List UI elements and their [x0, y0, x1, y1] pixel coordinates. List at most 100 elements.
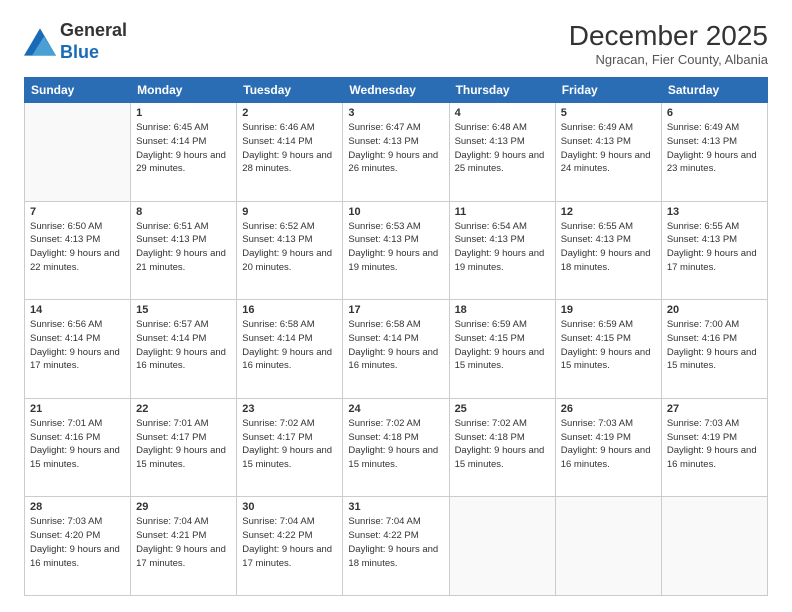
sunset-text: Sunset: 4:14 PM [136, 135, 231, 149]
day-number: 1 [136, 107, 231, 119]
calendar-table: Sunday Monday Tuesday Wednesday Thursday… [24, 77, 768, 596]
sunset-text: Sunset: 4:13 PM [561, 233, 656, 247]
day-info: Sunrise: 6:51 AMSunset: 4:13 PMDaylight:… [136, 220, 231, 275]
day-info: Sunrise: 7:01 AMSunset: 4:16 PMDaylight:… [30, 417, 125, 472]
day-number: 6 [667, 107, 762, 119]
sunset-text: Sunset: 4:13 PM [561, 135, 656, 149]
day-number: 12 [561, 206, 656, 218]
day-info: Sunrise: 6:59 AMSunset: 4:15 PMDaylight:… [455, 318, 550, 373]
sunset-text: Sunset: 4:13 PM [667, 135, 762, 149]
table-row [449, 497, 555, 596]
calendar-week-row: 21Sunrise: 7:01 AMSunset: 4:16 PMDayligh… [25, 398, 768, 497]
sunrise-text: Sunrise: 6:55 AM [561, 220, 656, 234]
day-number: 28 [30, 501, 125, 513]
sunrise-text: Sunrise: 6:54 AM [455, 220, 550, 234]
sunrise-text: Sunrise: 6:51 AM [136, 220, 231, 234]
day-number: 24 [348, 403, 443, 415]
day-info: Sunrise: 6:58 AMSunset: 4:14 PMDaylight:… [348, 318, 443, 373]
day-number: 16 [242, 304, 337, 316]
sunrise-text: Sunrise: 6:55 AM [667, 220, 762, 234]
day-number: 26 [561, 403, 656, 415]
table-row: 13 Sunrise: 6:55 AMSunset: 4:13 PMDayligh… [661, 201, 767, 300]
day-number: 3 [348, 107, 443, 119]
table-row: 15Sunrise: 6:57 AMSunset: 4:14 PMDayligh… [131, 300, 237, 399]
daylight-text: Daylight: 9 hours and 16 minutes. [136, 346, 231, 374]
table-row: 19Sunrise: 6:59 AMSunset: 4:15 PMDayligh… [555, 300, 661, 399]
table-row: 9 Sunrise: 6:52 AMSunset: 4:13 PMDaylight… [237, 201, 343, 300]
daylight-text: Daylight: 9 hours and 23 minutes. [667, 149, 762, 177]
daylight-text: Daylight: 9 hours and 15 minutes. [667, 346, 762, 374]
sunset-text: Sunset: 4:21 PM [136, 529, 231, 543]
sunset-text: Sunset: 4:13 PM [242, 233, 337, 247]
table-row [661, 497, 767, 596]
day-info: Sunrise: 6:56 AMSunset: 4:14 PMDaylight:… [30, 318, 125, 373]
table-row: 16Sunrise: 6:58 AMSunset: 4:14 PMDayligh… [237, 300, 343, 399]
day-number: 4 [455, 107, 550, 119]
daylight-text: Daylight: 9 hours and 17 minutes. [30, 346, 125, 374]
sunrise-text: Sunrise: 6:57 AM [136, 318, 231, 332]
logo: General Blue [24, 20, 127, 63]
sunrise-text: Sunrise: 7:02 AM [455, 417, 550, 431]
daylight-text: Daylight: 9 hours and 21 minutes. [136, 247, 231, 275]
day-info: Sunrise: 6:52 AMSunset: 4:13 PMDaylight:… [242, 220, 337, 275]
table-row: 7 Sunrise: 6:50 AMSunset: 4:13 PMDaylight… [25, 201, 131, 300]
day-number: 20 [667, 304, 762, 316]
daylight-text: Daylight: 9 hours and 28 minutes. [242, 149, 337, 177]
table-row: 11Sunrise: 6:54 AMSunset: 4:13 PMDayligh… [449, 201, 555, 300]
sunset-text: Sunset: 4:18 PM [348, 431, 443, 445]
day-info: Sunrise: 7:00 AMSunset: 4:16 PMDaylight:… [667, 318, 762, 373]
day-number: 30 [242, 501, 337, 513]
sunrise-text: Sunrise: 7:04 AM [136, 515, 231, 529]
table-row: 2Sunrise: 6:46 AMSunset: 4:14 PMDaylight… [237, 103, 343, 202]
sunset-text: Sunset: 4:13 PM [455, 135, 550, 149]
daylight-text: Daylight: 9 hours and 26 minutes. [348, 149, 443, 177]
daylight-text: Daylight: 9 hours and 15 minutes. [30, 444, 125, 472]
sunrise-text: Sunrise: 7:03 AM [561, 417, 656, 431]
sunset-text: Sunset: 4:22 PM [242, 529, 337, 543]
sunset-text: Sunset: 4:13 PM [348, 233, 443, 247]
sunrise-text: Sunrise: 7:00 AM [667, 318, 762, 332]
table-row: 17 Sunrise: 6:58 AMSunset: 4:14 PMDayligh… [343, 300, 449, 399]
day-info: Sunrise: 6:59 AMSunset: 4:15 PMDaylight:… [561, 318, 656, 373]
table-row: 4Sunrise: 6:48 AMSunset: 4:13 PMDaylight… [449, 103, 555, 202]
sunset-text: Sunset: 4:14 PM [136, 332, 231, 346]
col-wednesday: Wednesday [343, 78, 449, 103]
table-row: 23Sunrise: 7:02 AMSunset: 4:17 PMDayligh… [237, 398, 343, 497]
sunrise-text: Sunrise: 7:04 AM [242, 515, 337, 529]
table-row: 8Sunrise: 6:51 AMSunset: 4:13 PMDaylight… [131, 201, 237, 300]
day-number: 17 [348, 304, 443, 316]
table-row [25, 103, 131, 202]
sunset-text: Sunset: 4:14 PM [30, 332, 125, 346]
sunset-text: Sunset: 4:13 PM [30, 233, 125, 247]
sunrise-text: Sunrise: 7:02 AM [348, 417, 443, 431]
col-saturday: Saturday [661, 78, 767, 103]
day-number: 9 [242, 206, 337, 218]
sunrise-text: Sunrise: 6:45 AM [136, 121, 231, 135]
sunset-text: Sunset: 4:13 PM [348, 135, 443, 149]
day-info: Sunrise: 6:50 AMSunset: 4:13 PMDaylight:… [30, 220, 125, 275]
col-friday: Friday [555, 78, 661, 103]
day-number: 13 [667, 206, 762, 218]
day-info: Sunrise: 6:46 AMSunset: 4:14 PMDaylight:… [242, 121, 337, 176]
sunset-text: Sunset: 4:20 PM [30, 529, 125, 543]
sunset-text: Sunset: 4:19 PM [561, 431, 656, 445]
table-row: 5Sunrise: 6:49 AMSunset: 4:13 PMDaylight… [555, 103, 661, 202]
location-subtitle: Ngracan, Fier County, Albania [569, 52, 768, 67]
day-number: 7 [30, 206, 125, 218]
sunset-text: Sunset: 4:16 PM [667, 332, 762, 346]
sunset-text: Sunset: 4:19 PM [667, 431, 762, 445]
day-info: Sunrise: 6:57 AMSunset: 4:14 PMDaylight:… [136, 318, 231, 373]
day-number: 10 [348, 206, 443, 218]
sunrise-text: Sunrise: 6:56 AM [30, 318, 125, 332]
month-title: December 2025 [569, 20, 768, 52]
col-thursday: Thursday [449, 78, 555, 103]
day-number: 25 [455, 403, 550, 415]
logo-general: General [60, 20, 127, 40]
sunset-text: Sunset: 4:18 PM [455, 431, 550, 445]
day-info: Sunrise: 6:55 AMSunset: 4:13 PMDaylight:… [561, 220, 656, 275]
day-info: Sunrise: 6:55 AMSunset: 4:13 PMDaylight:… [667, 220, 762, 275]
sunrise-text: Sunrise: 7:01 AM [30, 417, 125, 431]
table-row: 18Sunrise: 6:59 AMSunset: 4:15 PMDayligh… [449, 300, 555, 399]
day-number: 29 [136, 501, 231, 513]
sunset-text: Sunset: 4:14 PM [348, 332, 443, 346]
